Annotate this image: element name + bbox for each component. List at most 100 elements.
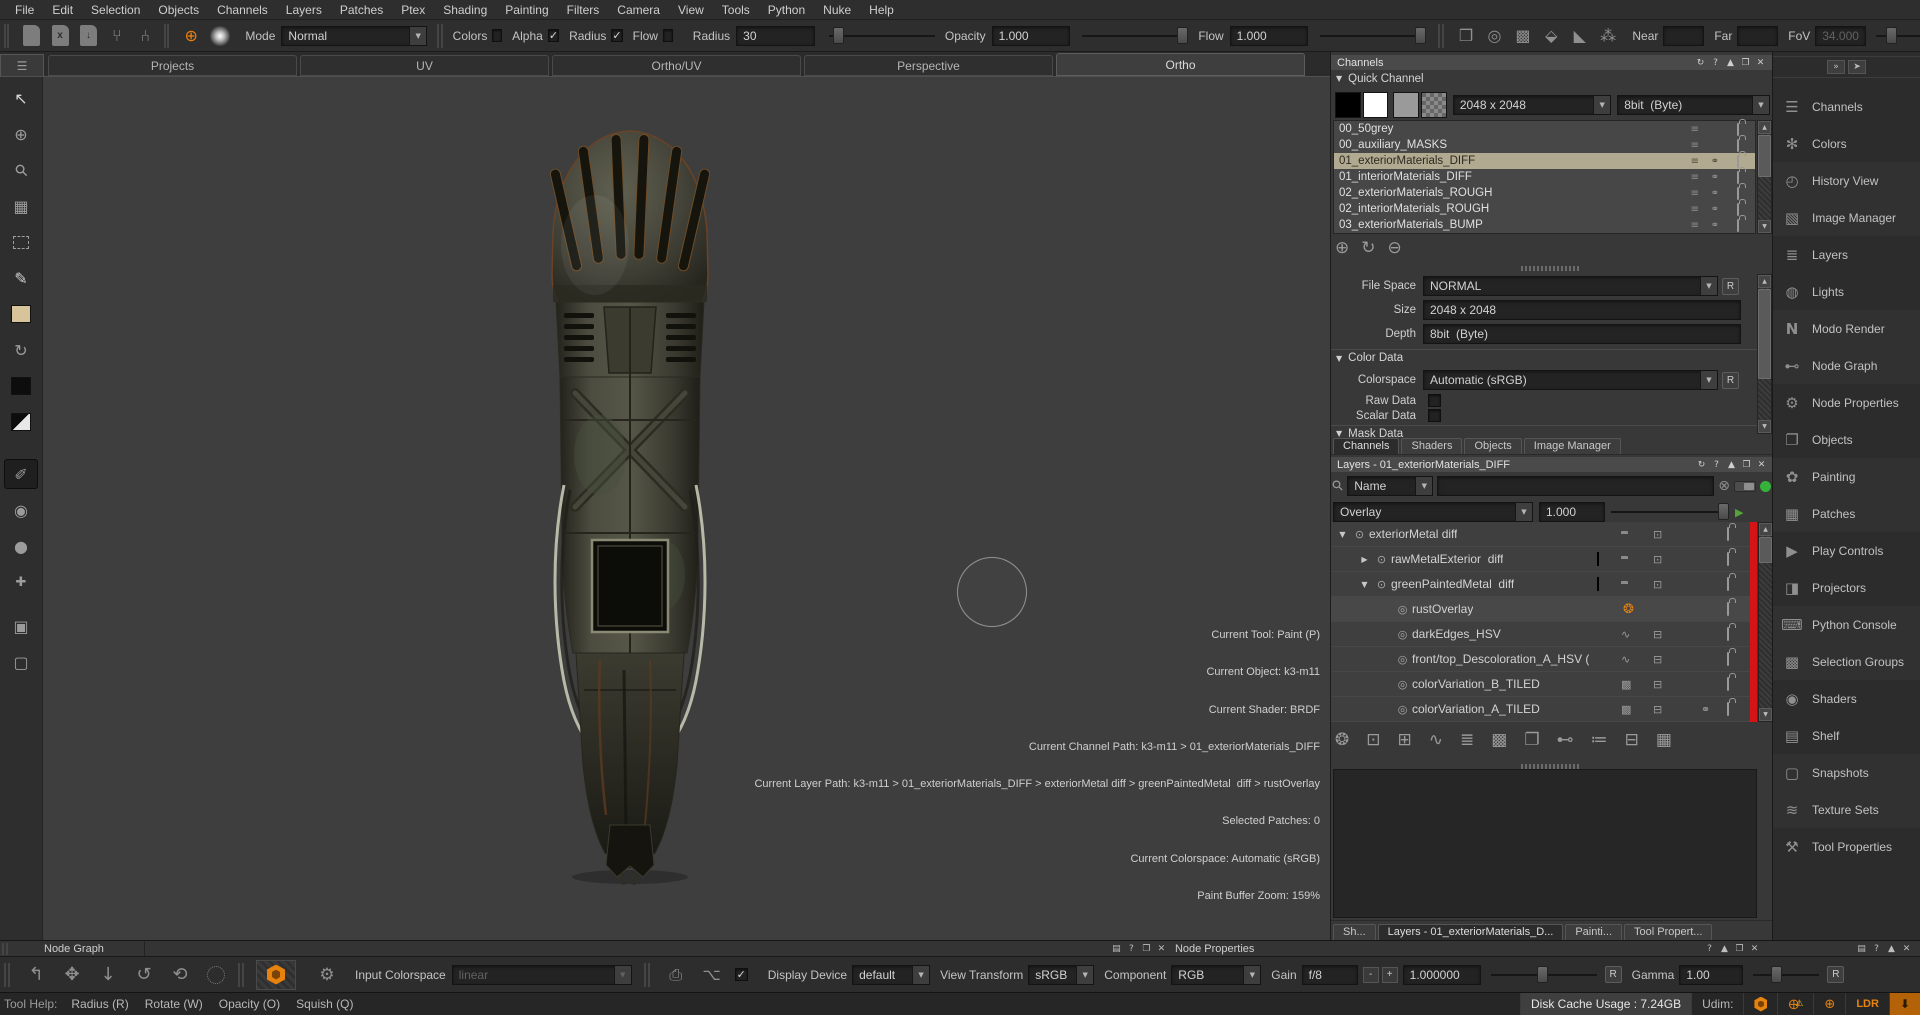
- empty-frame-icon[interactable]: ▢: [4, 647, 38, 677]
- eye-icon[interactable]: ◎: [1393, 628, 1412, 641]
- reset-button[interactable]: R: [1722, 278, 1739, 295]
- tab-uv[interactable]: UV: [300, 55, 549, 76]
- curve-doc-icon[interactable]: ⎙: [663, 963, 689, 987]
- background-color-swatch[interactable]: [4, 371, 38, 401]
- add-gradient-icon[interactable]: ≣: [1460, 730, 1474, 750]
- blend-amount-input[interactable]: 1.000: [1539, 502, 1605, 522]
- polygon-select-icon[interactable]: ◣: [1571, 24, 1589, 48]
- layer-row[interactable]: ◎ darkEdges_HSV ∿ ⊟: [1331, 622, 1757, 647]
- expander-down-icon[interactable]: ▼: [1335, 530, 1350, 539]
- toolbar-grip[interactable]: [4, 24, 9, 48]
- sidebar-item-tool-properties[interactable]: ⚒Tool Properties: [1773, 828, 1920, 865]
- colors-checkbox[interactable]: [492, 29, 502, 42]
- undo-arrow-icon[interactable]: ↰: [23, 963, 49, 987]
- link-icon[interactable]: ⚭: [1711, 188, 1719, 199]
- expander-right-icon[interactable]: ▶: [1357, 555, 1372, 564]
- toolbar-grip[interactable]: [164, 24, 169, 48]
- grid-tool-icon[interactable]: ▦: [4, 191, 38, 221]
- channel-row[interactable]: 00_auxiliary_MASKS ≡: [1334, 137, 1755, 153]
- radius-slider[interactable]: [829, 35, 935, 37]
- help-icon[interactable]: ?: [1704, 944, 1715, 954]
- menu-filters[interactable]: Filters: [558, 3, 609, 17]
- sidebar-item-colors[interactable]: ✻Colors: [1773, 125, 1920, 162]
- gamma-reset-button[interactable]: R: [1827, 966, 1844, 983]
- lock-icon[interactable]: [1727, 528, 1729, 540]
- sidebar-item-patches[interactable]: ▦Patches: [1773, 495, 1920, 532]
- menu-shading[interactable]: Shading: [434, 3, 496, 17]
- close-project-icon[interactable]: x: [51, 24, 69, 48]
- add-paint-layer-icon[interactable]: ❂: [1335, 730, 1349, 750]
- layer-row[interactable]: ◎ front/top_Descoloration_A_HSV ( ∿ ⊟: [1331, 647, 1757, 672]
- add-object-icon[interactable]: ⊕: [4, 119, 38, 149]
- rotate-icon[interactable]: ↺: [131, 963, 157, 987]
- add-adjustment-icon[interactable]: ⊞: [1398, 730, 1412, 750]
- fov-slider[interactable]: [1876, 35, 1920, 37]
- expander-down-icon[interactable]: ▼: [1357, 580, 1372, 589]
- gain-reset-button[interactable]: R: [1605, 966, 1622, 983]
- refresh-tool-icon[interactable]: ↻: [4, 335, 38, 365]
- far-input[interactable]: [1737, 26, 1778, 46]
- collapse-icon[interactable]: ▲: [1719, 944, 1730, 954]
- lock-icon[interactable]: [1727, 603, 1729, 615]
- scroll-down-icon[interactable]: ▼: [1758, 220, 1771, 233]
- sidebar-item-node-graph[interactable]: ⊷Node Graph: [1773, 347, 1920, 384]
- tab-image-manager[interactable]: Image Manager: [1524, 438, 1621, 454]
- menu-channels[interactable]: Channels: [208, 3, 277, 17]
- remove-layer-icon[interactable]: ⊟: [1625, 730, 1639, 750]
- layer-row-current[interactable]: ◎ rustOverlay ❂: [1331, 597, 1757, 622]
- dotted-circle-icon[interactable]: [203, 963, 229, 987]
- node-graph-icon[interactable]: ⊷: [1557, 730, 1574, 750]
- gain-plus-button[interactable]: +: [1382, 967, 1398, 983]
- resolution-dropdown[interactable]: 2048 x 2048▼: [1453, 95, 1611, 115]
- layer-row[interactable]: ▼ ⊙ exteriorMetal diff ⊡: [1331, 522, 1757, 547]
- scrollbar-thumb[interactable]: [1758, 135, 1771, 177]
- scroll-up-icon[interactable]: ▲: [1759, 523, 1772, 536]
- lock-icon[interactable]: [1737, 220, 1739, 231]
- tab-ortho[interactable]: Ortho: [1056, 53, 1305, 76]
- layer-tree-scrollbar[interactable]: ▲ ▼: [1758, 522, 1773, 722]
- quick-channel-section[interactable]: ▼ Quick Channel: [1331, 70, 1772, 87]
- save-project-icon[interactable]: ↓: [79, 24, 97, 48]
- add-paint-target-icon[interactable]: ✚: [4, 567, 38, 597]
- scrollbar-thumb[interactable]: [1758, 289, 1771, 379]
- link-icon[interactable]: ⚭: [1711, 172, 1719, 183]
- brush-tip-preview[interactable]: [210, 24, 230, 48]
- blend-ball-tool-icon[interactable]: ●: [4, 531, 38, 561]
- white-swatch[interactable]: [1363, 92, 1389, 118]
- mask-thumb-icon[interactable]: ⊡: [1653, 553, 1662, 566]
- lock-icon[interactable]: [1737, 124, 1739, 135]
- scroll-up-icon[interactable]: ▲: [1758, 275, 1771, 288]
- menu-ptex[interactable]: Ptex: [392, 3, 434, 17]
- close-icon[interactable]: ✕: [1749, 944, 1760, 954]
- network-warning-status[interactable]: 🜨⚠: [1777, 993, 1813, 1015]
- eye-icon[interactable]: ◎: [1393, 603, 1412, 616]
- channel-row-selected[interactable]: 01_exteriorMaterials_DIFF ≡ ⚭: [1334, 153, 1755, 169]
- menu-layers[interactable]: Layers: [277, 3, 331, 17]
- filter-toggle[interactable]: [1734, 481, 1756, 492]
- lock-icon[interactable]: [1727, 703, 1729, 715]
- remove-channel-icon[interactable]: ⊖: [1388, 238, 1402, 258]
- channel-row[interactable]: 00_50grey ≡: [1334, 121, 1755, 137]
- menu-python[interactable]: Python: [759, 3, 814, 17]
- dock-icon[interactable]: ▤: [1111, 944, 1122, 954]
- link-icon[interactable]: ⚭: [1711, 204, 1719, 215]
- menu-objects[interactable]: Objects: [149, 3, 208, 17]
- reset-button[interactable]: R: [1722, 372, 1739, 389]
- add-procedural-icon[interactable]: ▩: [1491, 730, 1507, 750]
- lock-icon[interactable]: [1727, 628, 1729, 640]
- float-icon[interactable]: ❐: [1734, 944, 1745, 954]
- close-icon[interactable]: ✕: [1755, 58, 1766, 68]
- float-icon[interactable]: ❐: [1141, 944, 1152, 954]
- lock-icon[interactable]: [1727, 578, 1729, 590]
- near-input[interactable]: [1663, 26, 1704, 46]
- sphere-projection-icon[interactable]: ◎: [1485, 24, 1503, 48]
- close-icon[interactable]: ✕: [1156, 944, 1167, 954]
- black-swatch[interactable]: [1335, 92, 1361, 118]
- menu-help[interactable]: Help: [860, 3, 903, 17]
- help-icon[interactable]: ?: [1710, 58, 1721, 68]
- toolbar-grip[interactable]: [238, 963, 244, 987]
- layer-thumb-swatch[interactable]: [1597, 578, 1599, 590]
- layer-row[interactable]: ▶ ⊙ rawMetalExterior diff ⊡: [1331, 547, 1757, 572]
- tab-projects[interactable]: Projects: [48, 55, 297, 76]
- sidebar-item-layers[interactable]: ≣Layers: [1773, 236, 1920, 273]
